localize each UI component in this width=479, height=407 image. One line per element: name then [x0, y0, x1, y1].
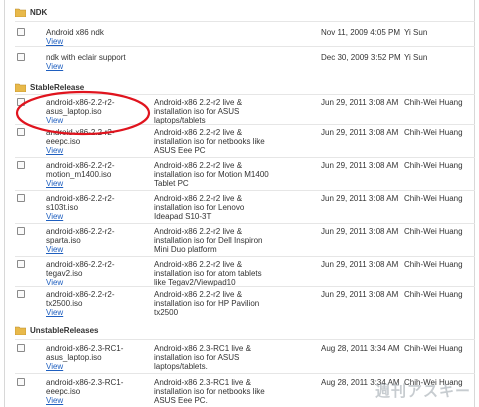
row-checkbox[interactable]: [17, 378, 25, 386]
row-checkbox[interactable]: [17, 290, 25, 298]
divider: [15, 190, 475, 191]
view-link[interactable]: View: [46, 362, 146, 371]
file-name: android-x86-2.2-r2-sparta.iso View: [46, 227, 146, 254]
divider: [15, 94, 475, 95]
row-checkbox[interactable]: [17, 161, 25, 169]
divider: [15, 286, 475, 287]
folder-label: UnstableReleases: [30, 326, 99, 335]
file-name-text: android-x86-2.3-RC1-eeepc.iso: [46, 378, 124, 396]
description-cell: Android-x86 2.2-r2 live & installation i…: [154, 194, 245, 221]
divider: [15, 223, 475, 224]
file-cabinet-panel: NDK Android x86 ndk View Nov 11, 2009 4:…: [4, 0, 475, 407]
row-checkbox[interactable]: [17, 344, 25, 352]
view-link[interactable]: View: [46, 146, 146, 155]
view-link[interactable]: View: [46, 179, 146, 188]
row-checkbox[interactable]: [17, 227, 25, 235]
description-cell: Android-x86 2.3-RC1 live & installation …: [154, 344, 251, 371]
owner-cell: Chih-Wei Huang: [404, 344, 463, 353]
file-name: ndk with eclair support View: [46, 53, 146, 71]
divider: [15, 124, 475, 125]
divider: [15, 21, 475, 22]
divider: [15, 339, 475, 340]
file-name: android-x86-2.2-r2-asus_laptop.iso View: [46, 98, 146, 125]
file-name: android-x86-2.2-r2-tx2500.iso View: [46, 290, 146, 317]
folder-label: NDK: [30, 8, 48, 17]
view-link[interactable]: View: [46, 308, 146, 317]
description-cell: Android-x86 2.2-r2 live & installation i…: [154, 227, 263, 254]
row-checkbox[interactable]: [17, 260, 25, 268]
file-name: Android x86 ndk View: [46, 28, 146, 46]
file-name-text: ndk with eclair support: [46, 53, 126, 62]
folder-icon: [15, 83, 26, 92]
owner-cell: Yi Sun: [404, 28, 428, 37]
row-checkbox[interactable]: [17, 53, 25, 61]
description-cell: Android-x86 2.2-r2 live & installation i…: [154, 260, 262, 287]
description-cell: Android-x86 2.2-r2 live & installation i…: [154, 290, 260, 317]
divider: [15, 373, 475, 374]
folder-icon: [15, 326, 26, 335]
view-link[interactable]: View: [46, 245, 146, 254]
folder-label: StableRelease: [30, 83, 85, 92]
file-name: android-x86-2.3-RC1-asus_laptop.iso View: [46, 344, 146, 371]
view-link[interactable]: View: [46, 396, 146, 405]
folder-header-ndk[interactable]: NDK: [15, 7, 47, 18]
description-cell: Android-x86 2.3-RC1 live & installation …: [154, 378, 265, 405]
file-name-text: android-x86-2.2-r2-tx2500.iso: [46, 290, 115, 308]
owner-cell: Chih-Wei Huang: [404, 290, 463, 299]
watermark: 週刊アスキー: [374, 382, 471, 400]
file-name-text: android-x86-2.2-r2-sparta.iso: [46, 227, 115, 245]
file-name-text: android-x86-2.3-RC1-asus_laptop.iso: [46, 344, 124, 362]
owner-cell: Chih-Wei Huang: [404, 260, 463, 269]
row-checkbox[interactable]: [17, 28, 25, 36]
row-checkbox[interactable]: [17, 128, 25, 136]
description-cell: Android-x86 2.2-r2 live & installation i…: [154, 128, 265, 155]
file-name: android-x86-2.2-r2-tegav2.iso View: [46, 260, 146, 287]
row-checkbox[interactable]: [17, 194, 25, 202]
row-checkbox[interactable]: [17, 98, 25, 106]
owner-cell: Chih-Wei Huang: [404, 227, 463, 236]
file-name: android-x86-2.2-r2-s103t.iso View: [46, 194, 146, 221]
file-name-text: android-x86-2.2-r2-eeepc.iso: [46, 128, 115, 146]
file-name-text: android-x86-2.2-r2-motion_m1400.iso: [46, 161, 115, 179]
file-name-text: android-x86-2.2-r2-asus_laptop.iso: [46, 98, 115, 116]
owner-cell: Chih-Wei Huang: [404, 128, 463, 137]
view-link[interactable]: View: [46, 37, 146, 46]
description-cell: Android-x86 2.2-r2 live & installation i…: [154, 98, 243, 125]
file-name: android-x86-2.2-r2-eeepc.iso View: [46, 128, 146, 155]
view-link[interactable]: View: [46, 212, 146, 221]
divider: [15, 256, 475, 257]
owner-cell: Yi Sun: [404, 53, 428, 62]
divider: [15, 157, 475, 158]
file-name: android-x86-2.2-r2-motion_m1400.iso View: [46, 161, 146, 188]
folder-header-stablerelease[interactable]: StableRelease: [15, 82, 84, 93]
owner-cell: Chih-Wei Huang: [404, 194, 463, 203]
file-name: android-x86-2.3-RC1-eeepc.iso View: [46, 378, 146, 405]
divider: [15, 46, 475, 47]
description-cell: Android-x86 2.2-r2 live & installation i…: [154, 161, 269, 188]
file-name-text: android-x86-2.2-r2-s103t.iso: [46, 194, 115, 212]
view-link[interactable]: View: [46, 62, 146, 71]
folder-icon: [15, 8, 26, 17]
file-name-text: android-x86-2.2-r2-tegav2.iso: [46, 260, 115, 278]
owner-cell: Chih-Wei Huang: [404, 161, 463, 170]
folder-header-unstablereleases[interactable]: UnstableReleases: [15, 325, 98, 336]
owner-cell: Chih-Wei Huang: [404, 98, 463, 107]
file-name-text: Android x86 ndk: [46, 28, 104, 37]
